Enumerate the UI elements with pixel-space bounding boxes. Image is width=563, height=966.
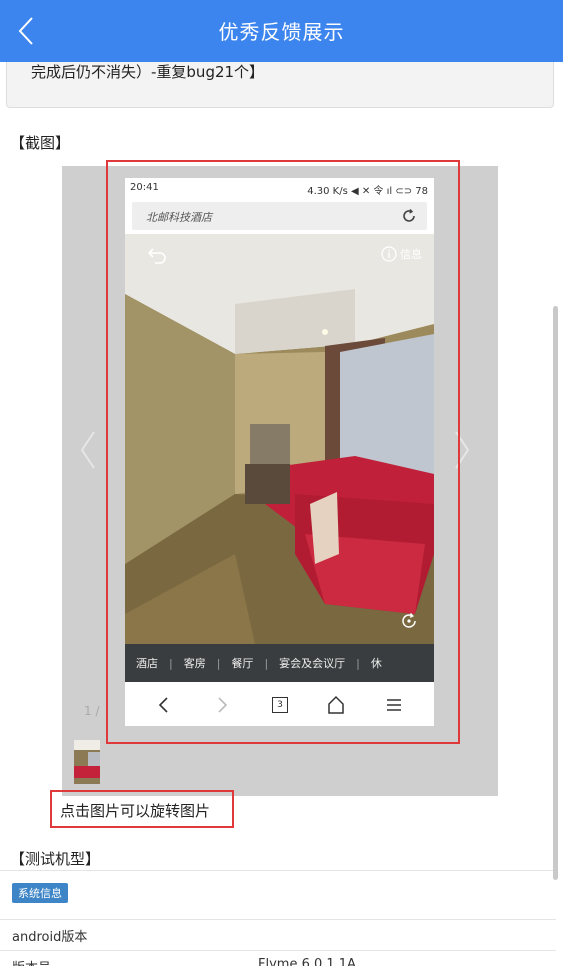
table-row: 系统信息 <box>0 870 556 919</box>
table-row: android版本 <box>0 919 556 950</box>
home-icon[interactable] <box>325 694 347 716</box>
scene-tab-room[interactable]: 客房 <box>173 655 217 671</box>
menu-icon[interactable] <box>383 694 405 716</box>
panorama-info-button[interactable]: 信息 <box>381 246 422 262</box>
content-area: 完成后仍不消失）-重复bug21个】 【截图】 1 / 20:41 4.30 K… <box>0 62 563 966</box>
status-indicators: 4.30 K/s ◀ ✕ 令 ıl ⊂⊃ 78 <box>307 186 428 197</box>
phone-status-bar: 20:41 4.30 K/s ◀ ✕ 令 ıl ⊂⊃ 78 <box>125 178 434 200</box>
device-info-table: 系统信息 android版本 版本号 Flyme 6.0.1.1A <box>0 870 556 966</box>
gallery-prev-icon[interactable] <box>76 428 100 472</box>
refresh-icon <box>403 209 415 222</box>
phone-screenshot[interactable]: 20:41 4.30 K/s ◀ ✕ 令 ıl ⊂⊃ 78 北邮科技酒店 信息 … <box>125 178 434 726</box>
room-illustration <box>125 234 434 644</box>
browser-forward-icon[interactable] <box>211 694 233 716</box>
scene-tab-restaurant[interactable]: 餐厅 <box>220 655 264 671</box>
phone-search-text: 北邮科技酒店 <box>146 211 212 224</box>
table-row: 版本号 Flyme 6.0.1.1A <box>0 950 556 966</box>
screenshot-section-title: 【截图】 <box>10 134 71 152</box>
scene-tab-leisure[interactable]: 休 <box>360 655 393 671</box>
row-value: Flyme 6.0.1.1A <box>258 957 356 966</box>
info-icon <box>381 246 397 262</box>
device-section-title: 【测试机型】 <box>10 850 101 868</box>
gallery-thumbnail[interactable] <box>74 740 100 784</box>
scene-tab-banquet[interactable]: 宴会及会议厅 <box>268 655 356 671</box>
description-card: 完成后仍不消失）-重复bug21个】 <box>6 62 554 108</box>
panorama-back-icon[interactable] <box>147 246 167 264</box>
browser-tabs-button[interactable]: 3 <box>269 694 291 716</box>
rotate-tip-text: 点击图片可以旋转图片 <box>60 802 211 820</box>
room-panorama-photo: 信息 <box>125 234 434 644</box>
page-scrollbar[interactable] <box>553 306 558 880</box>
phone-search-bar: 北邮科技酒店 <box>132 202 427 230</box>
gallery-counter: 1 / <box>84 704 100 718</box>
app-header: 优秀反馈展示 <box>0 0 563 62</box>
system-info-badge: 系统信息 <box>12 883 68 903</box>
page-title: 优秀反馈展示 <box>218 20 345 44</box>
rotate-icon[interactable] <box>400 612 418 630</box>
phone-browser-nav: 3 <box>125 684 434 724</box>
tab-count: 3 <box>272 697 288 713</box>
description-text: 完成后仍不消失）-重复bug21个】 <box>31 63 265 81</box>
scene-tab-hotel[interactable]: 酒店 <box>125 655 169 671</box>
status-time: 20:41 <box>130 182 159 193</box>
browser-back-icon[interactable] <box>153 694 175 716</box>
row-label: android版本 <box>12 930 88 945</box>
scene-tab-strip: 酒店 | 客房 | 餐厅 | 宴会及会议厅 | 休 <box>125 644 434 682</box>
info-label: 信息 <box>400 248 422 261</box>
row-label: 版本号 <box>12 957 51 966</box>
